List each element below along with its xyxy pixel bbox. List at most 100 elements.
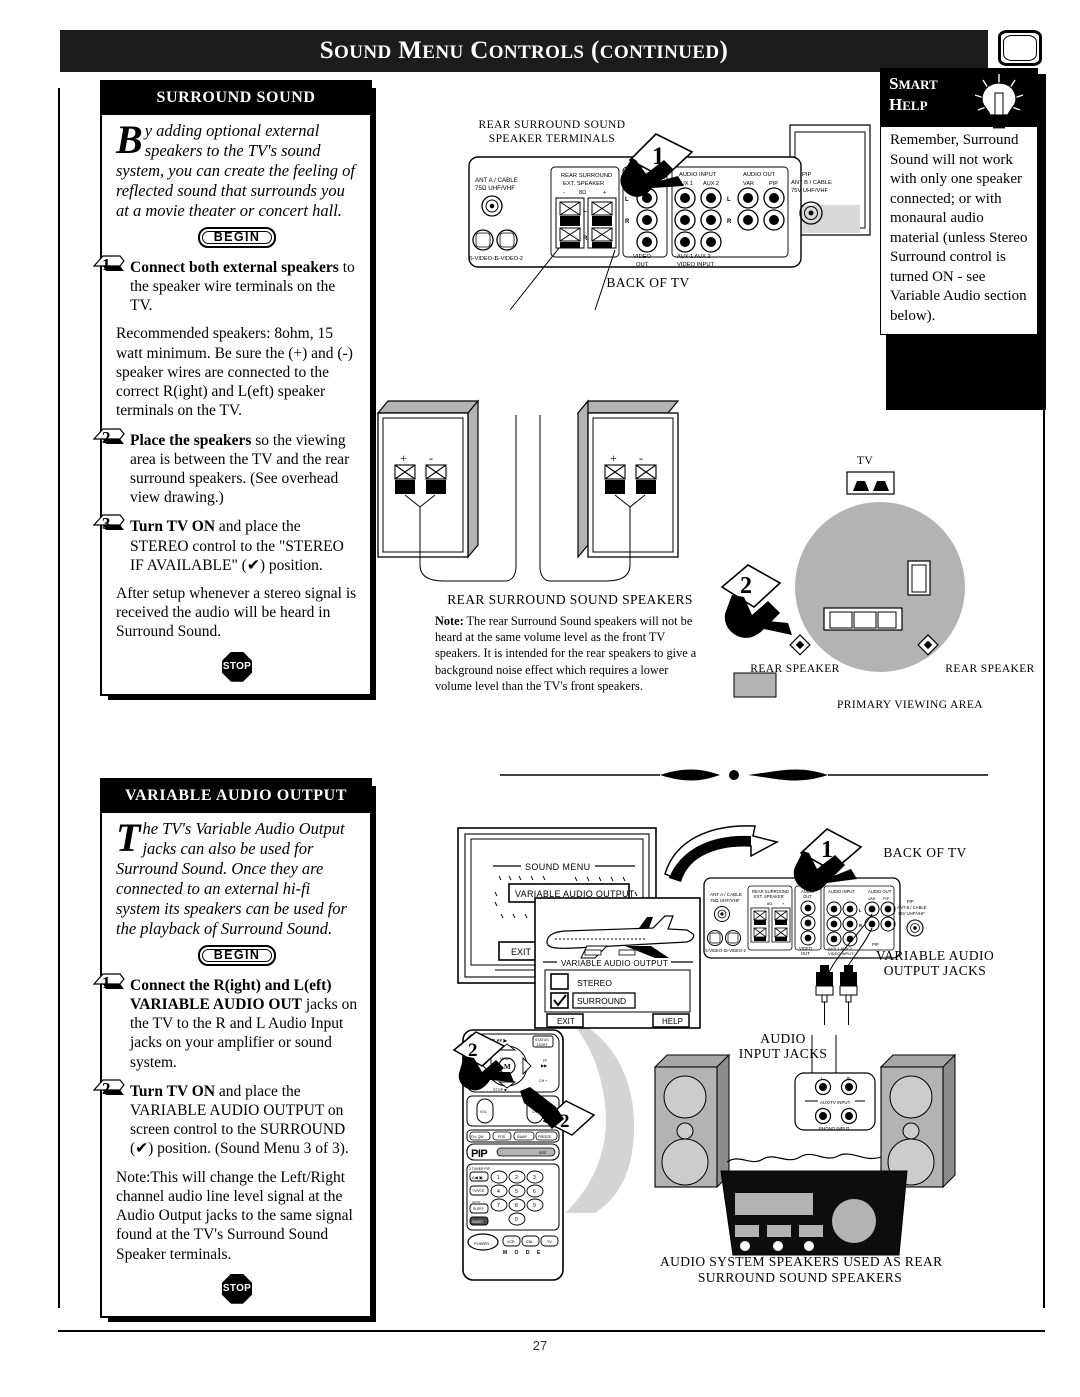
svg-text:EXT. SPEAKER: EXT. SPEAKER [754, 894, 784, 899]
svg-text:L: L [583, 208, 587, 214]
label-tv-overhead: TV [856, 455, 874, 467]
svg-text:AUX 2: AUX 2 [703, 181, 719, 187]
submenu-option-surround: SURROUND [577, 996, 626, 1006]
svg-text:75Ω UHF/VHF: 75Ω UHF/VHF [475, 185, 515, 192]
svg-text:R: R [859, 923, 862, 928]
svg-text:75V UHF/VHF: 75V UHF/VHF [898, 911, 925, 916]
variable-audio-submenu-popup: VARIABLE AUDIO OUTPUT STEREO SURROUND EX… [534, 897, 701, 1029]
svg-text:OUT: OUT [636, 262, 649, 268]
svg-text:ANT A / CABLE: ANT A / CABLE [475, 177, 518, 184]
svg-text:A◀ ▣: A◀ ▣ [472, 1175, 483, 1180]
svg-text:VIDEO INPUT: VIDEO INPUT [677, 262, 714, 268]
surround-para-2: After setup whenever a stereo signal is … [116, 585, 357, 641]
intro-dropcap: B [116, 117, 143, 162]
callout-hand-2-overhead: 2 [720, 564, 792, 638]
va-step-number-2: 2 [92, 1079, 126, 1101]
smart-help-body: Remember, Surround Sound will not work w… [890, 132, 1028, 324]
svg-text:0: 0 [515, 1217, 518, 1223]
svg-text:AUTO: AUTO [472, 1200, 481, 1204]
caption-rear-surround-speakers: REAR SURROUND SOUND SPEAKERS [447, 592, 693, 607]
page-bottom-rule [58, 1330, 1045, 1332]
panel-shadow-bottom-2 [108, 1315, 376, 1322]
svg-text:M O D E: M O D E [503, 1250, 543, 1256]
surround-sound-panel: SURROUND SOUND By adding optional extern… [92, 80, 376, 700]
caption-audio-system-line2: SURROUND SOUND SPEAKERS [697, 1270, 903, 1285]
svg-text:-: - [563, 190, 565, 196]
svg-text:VCR: VCR [507, 1240, 515, 1244]
intro-text-2: he TV's Variable Audio Output jacks can … [116, 819, 347, 938]
begin-badge-2: BEGIN [198, 944, 276, 966]
svg-text:ANT B / CABLE: ANT B / CABLE [897, 905, 927, 910]
svg-text:TV/VCR: TV/VCR [472, 1189, 485, 1193]
surround-sound-intro: By adding optional external speakers to … [116, 117, 358, 221]
svg-text:4: 4 [497, 1189, 500, 1195]
va-step-2-bold: Turn TV ON [130, 1082, 216, 1100]
svg-text:S-VIDEO-2: S-VIDEO-2 [725, 948, 747, 953]
svg-text:CBL: CBL [526, 1240, 533, 1244]
svg-text:PIP: PIP [471, 1148, 487, 1160]
svg-text:2 TUNER PIP: 2 TUNER PIP [469, 1167, 491, 1171]
svg-text:PIP: PIP [907, 899, 914, 904]
svg-text:R: R [625, 219, 630, 225]
svg-text:POS: POS [498, 1135, 506, 1139]
svg-text:S-VIDEO-1: S-VIDEO-1 [705, 948, 727, 953]
svg-text:REAR SURROUND: REAR SURROUND [561, 173, 612, 179]
svg-text:AUX 1 AUX 2: AUX 1 AUX 2 [677, 254, 711, 260]
svg-text:3: 3 [533, 1175, 536, 1181]
page-number: 27 [532, 1338, 548, 1353]
label-var-out-line1: VARIABLE AUDIO [875, 948, 995, 963]
svg-text:PHONO INPUT: PHONO INPUT [819, 1126, 850, 1131]
va-step-1: 1 Connect the R(ight) and L(eft) VARIABL… [92, 973, 358, 1072]
variable-audio-intro: The TV's Variable Audio Output jacks can… [116, 815, 358, 939]
svg-text:+: + [603, 190, 606, 196]
svg-text:S-VIDEO-2: S-VIDEO-2 [495, 256, 523, 262]
step-number-1: 1 [92, 255, 126, 277]
surround-sound-heading: SURROUND SOUND [102, 82, 370, 115]
page-title: SOUND MENU CONTROLS (CONTINUED) [319, 37, 729, 64]
svg-text:-: - [639, 451, 643, 465]
step-2: 2 Place the speakers so the viewing area… [92, 428, 358, 508]
step-1-bold: Connect both external speakers [130, 258, 339, 276]
panel-shadow-2 [370, 786, 376, 1322]
smart-help-box: SMART HELP Remember, Surround Sound will… [880, 68, 1046, 410]
svg-text:+: + [400, 451, 407, 465]
rca-plugs [815, 965, 858, 1025]
svg-text:PIP: PIP [802, 172, 811, 178]
intro-text: y adding optional external speakers to t… [116, 121, 356, 220]
step-3-bold: Turn TV ON [130, 518, 216, 536]
svg-text:8Ω: 8Ω [767, 901, 772, 906]
rear-surround-speakers-diagram: + - + - [376, 399, 680, 582]
note-text: The rear Surround Sound speakers will no… [435, 614, 697, 693]
variable-audio-note: Note:This will change the Left/Right cha… [116, 1168, 353, 1263]
svg-text:75V UHF/VHF: 75V UHF/VHF [791, 188, 829, 194]
svg-text:S-VIDEO-1: S-VIDEO-1 [469, 256, 497, 262]
panel-shadow-bottom [108, 693, 376, 700]
pip-ant-connector-bottom: PIP ANT B / CABLE 75V UHF/VHF [897, 899, 927, 937]
svg-text:R: R [583, 236, 588, 242]
svg-text:VOL: VOL [480, 1110, 487, 1114]
stop-badge-surround: STOP [222, 651, 252, 682]
svg-text:R: R [727, 219, 732, 225]
svg-text:VAR: VAR [743, 181, 754, 187]
smart-help-header: SMART HELP [881, 69, 1037, 129]
stop-badge-variable: STOP [222, 1273, 252, 1304]
step-number-2: 2 [92, 428, 126, 450]
step-1: 1 Connect both external speakers to the … [92, 255, 358, 316]
menu-exit-button: EXIT [511, 947, 532, 957]
svg-text:2: 2 [560, 1111, 570, 1132]
svg-text:8Ω: 8Ω [579, 190, 586, 196]
svg-text:+: + [610, 451, 617, 465]
variable-audio-heading: VARIABLE AUDIO OUTPUT [102, 780, 370, 813]
va-step-number-1: 1 [92, 973, 126, 995]
svg-text:6: 6 [533, 1189, 536, 1195]
intro-dropcap-2: T [116, 815, 141, 860]
label-rear-speaker-right: REAR SPEAKER [945, 663, 1035, 675]
legend-primary-viewing-area: PRIMARY VIEWING AREA [836, 699, 983, 711]
svg-text:2: 2 [740, 573, 752, 599]
step-number-3: 3 [92, 514, 126, 536]
svg-text:CH. QW: CH. QW [471, 1135, 484, 1139]
label-back-of-tv-bottom: BACK OF TV [883, 845, 967, 860]
svg-text:VIDEO: VIDEO [633, 254, 652, 260]
svg-text:STATUS: STATUS [535, 1038, 549, 1042]
svg-text:CH +: CH + [539, 1079, 547, 1083]
